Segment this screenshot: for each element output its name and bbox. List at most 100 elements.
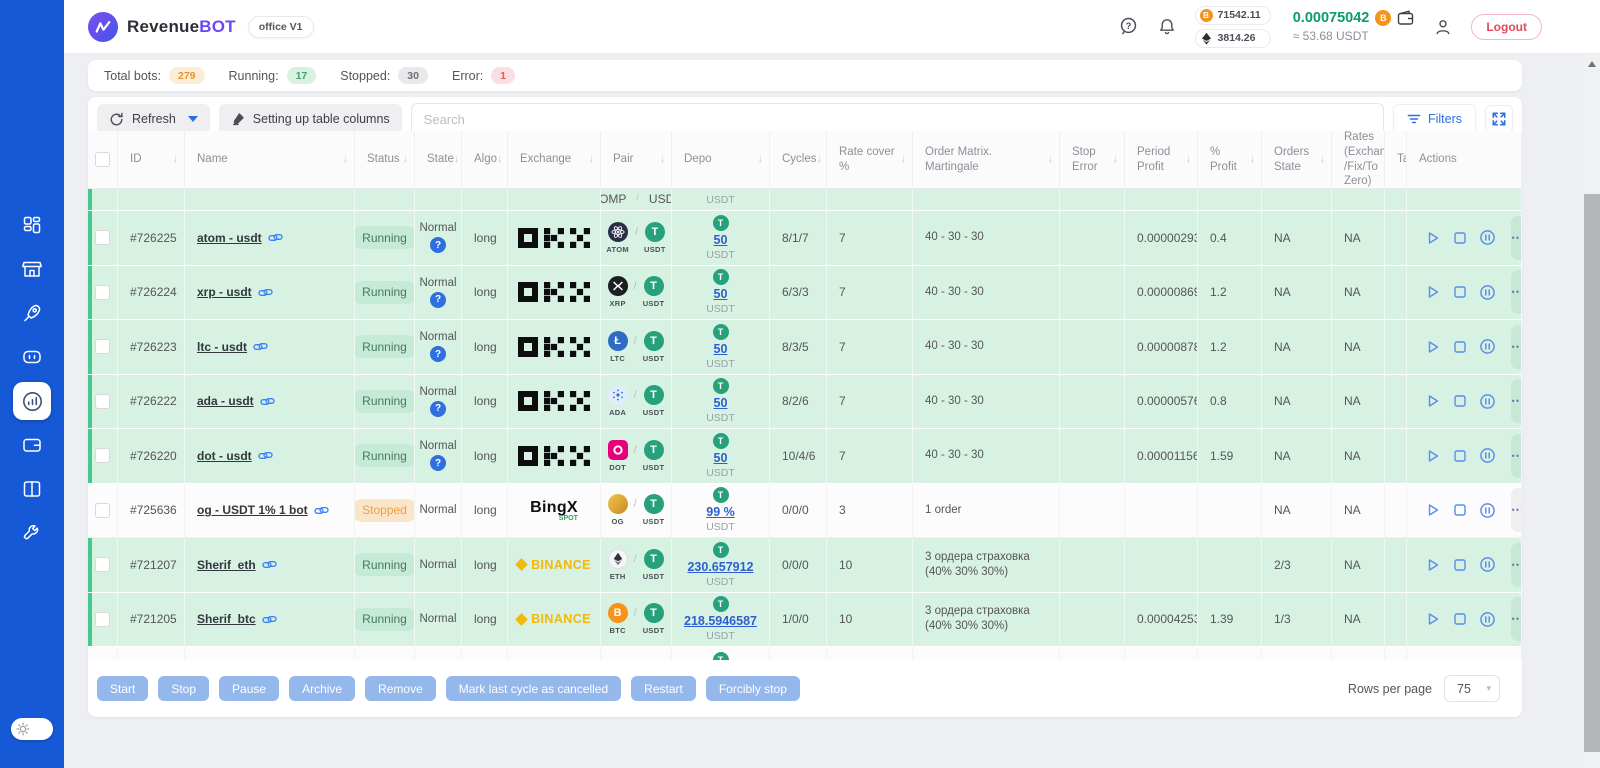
help-icon[interactable]: ? (1118, 16, 1139, 37)
sidebar-item-rocket[interactable] (13, 294, 51, 332)
pause-button[interactable] (1479, 393, 1496, 410)
sort-icon[interactable]: ↓ (901, 152, 907, 166)
more-actions-button[interactable]: ⋯ (1511, 543, 1522, 587)
play-button[interactable] (1425, 557, 1441, 573)
sidebar-item-dashboard[interactable] (13, 206, 51, 244)
theme-toggle[interactable] (11, 718, 53, 740)
balance[interactable]: 0.00075042 B ≈ 53.68 USDT (1293, 10, 1416, 43)
sort-icon[interactable]: ↓ (454, 152, 460, 166)
bot-name-link[interactable]: atom - usdt (197, 231, 262, 245)
state-help-icon[interactable]: ? (430, 292, 446, 308)
link-icon[interactable] (268, 231, 283, 244)
sort-icon[interactable]: ↓ (1320, 152, 1326, 166)
column-header-cycles[interactable]: Cycles↓ (770, 131, 827, 188)
sort-icon[interactable]: ↓ (589, 152, 595, 166)
more-actions-button[interactable]: ⋯ (1511, 434, 1522, 478)
column-header-pair[interactable]: Pair↓ (601, 131, 672, 188)
link-icon[interactable] (260, 395, 275, 408)
sort-icon[interactable]: ↓ (758, 152, 764, 166)
forcibly-stop-button[interactable]: Forcibly stop (706, 676, 800, 701)
row-checkbox[interactable] (95, 503, 110, 518)
link-icon[interactable] (262, 613, 277, 626)
sort-icon[interactable]: ↓ (1186, 152, 1192, 166)
row-checkbox[interactable] (95, 394, 110, 409)
column-header-period[interactable]: Period Profit↓ (1125, 131, 1198, 188)
column-header-stop_error[interactable]: Stop Error↓ (1060, 131, 1125, 188)
stop-button[interactable] (1452, 339, 1468, 355)
column-header-algo[interactable]: Algo↓ (462, 131, 508, 188)
row-checkbox[interactable] (95, 230, 110, 245)
sort-icon[interactable]: ↓ (343, 152, 349, 166)
depo-value-link[interactable]: 50 (714, 342, 728, 356)
pause-button[interactable] (1479, 338, 1496, 355)
row-checkbox[interactable] (95, 557, 110, 572)
stop-button[interactable] (1452, 557, 1468, 573)
sort-icon[interactable]: ↓ (497, 152, 503, 166)
bot-name-link[interactable]: xrp - usdt (197, 285, 252, 299)
state-help-icon[interactable]: ? (430, 237, 446, 253)
stop-button[interactable] (1452, 448, 1468, 464)
filters-button[interactable]: Filters (1393, 104, 1476, 134)
stop-button[interactable] (1452, 284, 1468, 300)
more-actions-button[interactable]: ⋯ (1511, 488, 1522, 532)
state-help-icon[interactable]: ? (430, 401, 446, 417)
brand-logo[interactable]: RevenueBOT (88, 12, 236, 42)
ticker-eth[interactable]: 3814.26 (1195, 29, 1271, 48)
fullscreen-button[interactable] (1485, 105, 1513, 133)
more-actions-button[interactable]: ⋯ (1511, 216, 1522, 260)
depo-value-link[interactable]: 218.5946587 (684, 614, 757, 628)
depo-value-link[interactable]: 230.657912 (687, 560, 753, 574)
sidebar-item-guide[interactable] (13, 470, 51, 508)
sort-icon[interactable]: ↓ (660, 152, 666, 166)
select-all-checkbox[interactable] (95, 152, 110, 167)
profile-icon[interactable] (1433, 17, 1453, 37)
play-button[interactable] (1425, 611, 1441, 627)
pause-button[interactable] (1479, 284, 1496, 301)
sidebar-item-tools[interactable] (13, 514, 51, 552)
play-button[interactable] (1425, 448, 1441, 464)
row-checkbox[interactable] (95, 285, 110, 300)
column-header-rate[interactable]: Rate cover %↓ (827, 131, 913, 188)
depo-value-link[interactable]: 50 (714, 287, 728, 301)
stop-button[interactable]: Stop (158, 676, 209, 701)
more-actions-button[interactable]: ⋯ (1511, 270, 1522, 314)
scrollbar-up-arrow[interactable] (1588, 61, 1596, 67)
sidebar-item-bots[interactable] (13, 338, 51, 376)
mark-last-cycle-as-cancelled-button[interactable]: Mark last cycle as cancelled (446, 676, 621, 701)
link-icon[interactable] (262, 558, 277, 571)
bot-name-link[interactable]: ltc - usdt (197, 340, 247, 354)
state-help-icon[interactable]: ? (430, 455, 446, 471)
row-checkbox[interactable] (95, 612, 110, 627)
column-header-depo[interactable]: Depo↓ (672, 131, 770, 188)
bot-name-link[interactable]: Sherif_btc (197, 612, 256, 626)
play-button[interactable] (1425, 230, 1441, 246)
more-actions-button[interactable]: ⋯ (1511, 597, 1522, 641)
play-button[interactable] (1425, 393, 1441, 409)
depo-value-link[interactable]: 50 (714, 451, 728, 465)
bot-name-link[interactable]: ada - usdt (197, 394, 254, 408)
setup-columns-button[interactable]: Setting up table columns (219, 104, 402, 134)
column-header-matrix[interactable]: Order Matrix. Martingale↓ (913, 131, 1060, 188)
sidebar-item-wallet[interactable] (13, 426, 51, 464)
sort-icon[interactable]: ↓ (173, 152, 179, 166)
column-header-id[interactable]: ID↓ (118, 131, 185, 188)
more-actions-button[interactable]: ⋯ (1511, 325, 1522, 369)
column-header-orders[interactable]: Orders State↓ (1262, 131, 1332, 188)
play-button[interactable] (1425, 284, 1441, 300)
pause-button[interactable] (1479, 502, 1496, 519)
play-button[interactable] (1425, 339, 1441, 355)
remove-button[interactable]: Remove (365, 676, 436, 701)
start-button[interactable]: Start (97, 676, 148, 701)
sort-icon[interactable]: ↓ (1250, 152, 1256, 166)
row-checkbox[interactable] (95, 448, 110, 463)
bot-name-link[interactable]: dot - usdt (197, 449, 252, 463)
sidebar-item-marketplace[interactable] (13, 250, 51, 288)
sidebar-item-stats[interactable] (13, 382, 51, 420)
notifications-bell-icon[interactable] (1157, 17, 1177, 37)
column-header-rates[interactable]: Rates (Exchange /Fix/To Zero)↓ (1332, 131, 1385, 188)
row-checkbox[interactable] (95, 339, 110, 354)
archive-button[interactable]: Archive (289, 676, 355, 701)
column-header-status[interactable]: Status↓ (355, 131, 415, 188)
restart-button[interactable]: Restart (631, 676, 696, 701)
sort-icon[interactable]: ↓ (817, 152, 823, 166)
